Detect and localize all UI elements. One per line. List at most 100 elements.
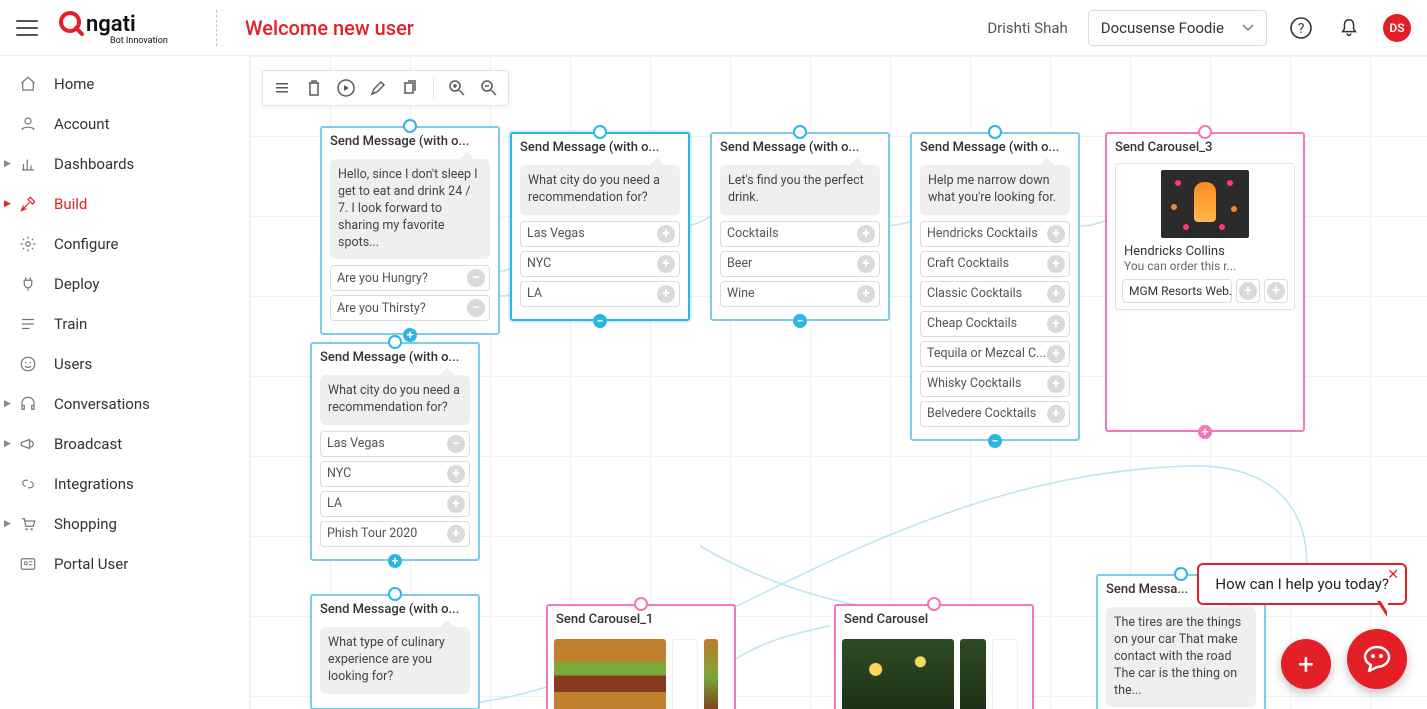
sidebar-item-integrations[interactable]: Integrations xyxy=(0,464,249,504)
flow-node[interactable]: Send Message (with o... Let's find you t… xyxy=(710,132,890,321)
plus-icon[interactable]: + xyxy=(1047,315,1065,333)
plus-icon[interactable]: + xyxy=(657,255,675,273)
connector-in[interactable] xyxy=(403,119,417,133)
copy-icon[interactable] xyxy=(401,79,419,97)
sidebar-item-account[interactable]: Account xyxy=(0,104,249,144)
play-icon[interactable] xyxy=(337,79,355,97)
sidebar-item-shopping[interactable]: ▶ Shopping xyxy=(0,504,249,544)
flow-canvas[interactable]: Send Message (with o... Hello, since I d… xyxy=(250,56,1427,709)
node-option[interactable]: NYC+ xyxy=(320,461,470,487)
node-option[interactable]: Craft Cocktails+ xyxy=(920,251,1070,277)
plus-icon[interactable]: + xyxy=(447,465,465,483)
plus-icon[interactable]: + xyxy=(857,225,875,243)
connector-out[interactable]: + xyxy=(1198,425,1212,439)
card-action-add[interactable]: + xyxy=(1264,279,1288,303)
sidebar-item-deploy[interactable]: Deploy xyxy=(0,264,249,304)
plus-icon[interactable]: + xyxy=(1047,345,1065,363)
node-option[interactable]: Tequila or Mezcal C...+ xyxy=(920,341,1070,367)
node-option[interactable]: Whisky Cocktails+ xyxy=(920,371,1070,397)
chevron-right-icon: ▶ xyxy=(4,439,11,449)
connector-in[interactable] xyxy=(634,597,648,611)
plus-icon[interactable]: + xyxy=(857,285,875,303)
sidebar-item-broadcast[interactable]: ▶ Broadcast xyxy=(0,424,249,464)
plus-icon: + xyxy=(1239,282,1257,300)
node-option[interactable]: Classic Cocktails+ xyxy=(920,281,1070,307)
flow-node[interactable]: Send Message (with o... Help me narrow d… xyxy=(910,132,1080,441)
plus-icon[interactable]: + xyxy=(1047,375,1065,393)
plus-icon[interactable]: + xyxy=(657,285,675,303)
flow-node[interactable]: Send Carousel xyxy=(834,604,1034,709)
node-option[interactable]: NYC+ xyxy=(520,251,680,277)
flow-node[interactable]: Send Message (with o... What type of cul… xyxy=(310,594,480,709)
plus-icon[interactable]: + xyxy=(1047,225,1065,243)
flow-node[interactable]: Send Carousel_1 xyxy=(546,604,736,709)
flow-node[interactable]: Send Message (with o... Hello, since I d… xyxy=(320,126,500,335)
close-icon[interactable]: ✕ xyxy=(1387,567,1399,583)
minus-icon[interactable]: − xyxy=(467,299,485,317)
node-option[interactable]: Wine+ xyxy=(720,281,880,307)
sidebar-item-portaluser[interactable]: Portal User xyxy=(0,544,249,584)
connector-out[interactable]: − xyxy=(988,434,1002,448)
node-option[interactable]: Cocktails+ xyxy=(720,221,880,247)
sidebar-item-users[interactable]: Users xyxy=(0,344,249,384)
connector-in[interactable] xyxy=(388,335,402,349)
svg-text:Bot Innovation: Bot Innovation xyxy=(110,36,168,46)
node-option[interactable]: Cheap Cocktails+ xyxy=(920,311,1070,337)
plus-icon[interactable]: + xyxy=(857,255,875,273)
pencil-icon[interactable] xyxy=(369,79,387,97)
plus-icon[interactable]: + xyxy=(1047,285,1065,303)
node-option[interactable]: LA+ xyxy=(320,491,470,517)
node-option[interactable]: Are you Hungry?− xyxy=(330,265,490,291)
flow-node[interactable]: Send Carousel_3 Hendricks Collins You ca… xyxy=(1105,132,1305,432)
bot-selector[interactable]: Docusense Foodie xyxy=(1088,10,1267,46)
grabber-icon[interactable] xyxy=(273,79,291,97)
avatar[interactable]: DS xyxy=(1383,14,1411,42)
node-option[interactable]: Belvedere Cocktails+ xyxy=(920,401,1070,427)
connector-out[interactable]: + xyxy=(388,554,402,568)
minus-icon[interactable]: − xyxy=(467,269,485,287)
card-action[interactable]: MGM Resorts Web...+ xyxy=(1122,279,1232,303)
help-icon[interactable]: ? xyxy=(1287,14,1315,42)
hamburger-menu[interactable] xyxy=(16,20,38,36)
sidebar-item-dashboards[interactable]: ▶ Dashboards xyxy=(0,144,249,184)
connector-in[interactable] xyxy=(793,125,807,139)
minus-icon[interactable]: − xyxy=(447,435,465,453)
sidebar-item-conversations[interactable]: ▶ Conversations xyxy=(0,384,249,424)
connector-in[interactable] xyxy=(593,125,607,139)
card-action-add[interactable]: + xyxy=(1236,279,1260,303)
connector-in[interactable] xyxy=(927,597,941,611)
node-option[interactable]: Las Vegas+ xyxy=(520,221,680,247)
plus-icon[interactable]: + xyxy=(1047,405,1065,423)
node-option[interactable]: Phish Tour 2020+ xyxy=(320,521,470,547)
connector-in[interactable] xyxy=(988,125,1002,139)
zoom-out-icon[interactable] xyxy=(480,79,498,97)
node-option[interactable]: LA+ xyxy=(520,281,680,307)
chat-fab[interactable] xyxy=(1347,629,1407,689)
node-message: Let's find you the perfect drink. xyxy=(720,165,880,215)
connector-out[interactable]: + xyxy=(403,328,417,342)
zoom-in-icon[interactable] xyxy=(448,79,466,97)
plus-icon[interactable]: + xyxy=(1047,255,1065,273)
sidebar-item-home[interactable]: Home xyxy=(0,64,249,104)
plus-icon[interactable]: + xyxy=(447,525,465,543)
flow-node[interactable]: Send Message (with o... What city do you… xyxy=(310,342,480,561)
connector-in[interactable] xyxy=(1198,125,1212,139)
node-option[interactable]: Are you Thirsty?− xyxy=(330,295,490,321)
node-option[interactable]: Beer+ xyxy=(720,251,880,277)
plus-icon[interactable]: + xyxy=(657,225,675,243)
card-image xyxy=(672,639,698,709)
trash-icon[interactable] xyxy=(305,79,323,97)
node-option[interactable]: Las Vegas− xyxy=(320,431,470,457)
flow-node[interactable]: Send Message (with o... What city do you… xyxy=(510,132,690,321)
connector-in[interactable] xyxy=(388,587,402,601)
sidebar-item-configure[interactable]: Configure xyxy=(0,224,249,264)
sidebar-item-train[interactable]: Train xyxy=(0,304,249,344)
plus-icon[interactable]: + xyxy=(447,495,465,513)
sidebar-item-build[interactable]: ▶ Build xyxy=(0,184,249,224)
connector-out[interactable]: − xyxy=(793,314,807,328)
node-option[interactable]: Hendricks Cocktails+ xyxy=(920,221,1070,247)
connector-out[interactable]: − xyxy=(593,314,607,328)
connector-in[interactable] xyxy=(1174,567,1188,581)
add-fab[interactable]: + xyxy=(1281,639,1331,689)
bell-icon[interactable] xyxy=(1335,14,1363,42)
